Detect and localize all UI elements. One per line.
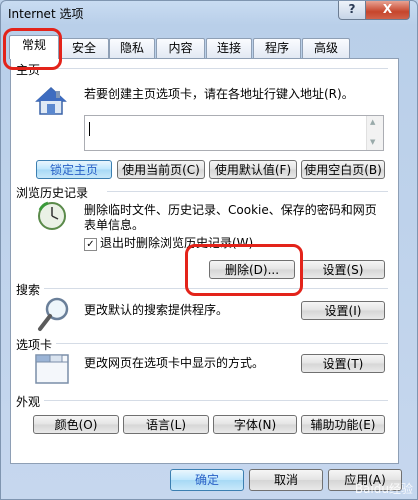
history-divider (107, 191, 388, 192)
window-title: Internet 选项 (8, 7, 84, 21)
delete-on-exit-checkbox[interactable]: ✓ (84, 238, 97, 251)
use-current-button[interactable]: 使用当前页(C) (117, 160, 205, 179)
use-blank-button[interactable]: 使用空白页(B) (301, 160, 385, 179)
delete-on-exit-label: 退出时删除浏览历史记录(W) (100, 236, 254, 250)
history-description-line1: 删除临时文件、历史记录、Cookie、保存的密码和网页 (84, 203, 377, 217)
scroll-up-icon[interactable]: ▲ (370, 118, 375, 126)
homepage-address-field[interactable]: ▲ ▼ (84, 115, 384, 151)
tabs-description: 更改网页在选项卡中显示的方式。 (84, 356, 265, 370)
ok-button[interactable]: 确定 (170, 469, 244, 491)
appearance-group-label: 外观 (16, 393, 45, 410)
history-description-line2: 表单信息。 (84, 218, 145, 232)
internet-options-window: Internet 选项 ? X 常规 安全 隐私 内容 连接 程序 高级 主页 … (0, 0, 418, 500)
close-button[interactable]: X (365, 1, 410, 20)
search-description: 更改默认的搜索提供程序。 (84, 303, 229, 317)
scroll-down-icon[interactable]: ▼ (370, 138, 375, 146)
address-scrollbar[interactable]: ▲ ▼ (366, 116, 383, 150)
fonts-button[interactable]: 字体(N) (213, 415, 297, 434)
cancel-button[interactable]: 取消 (249, 469, 323, 491)
homepage-divider (51, 68, 388, 69)
help-button[interactable]: ? (338, 1, 366, 20)
homepage-group-label: 主页 (16, 61, 45, 78)
history-settings-button[interactable]: 设置(S) (301, 260, 385, 279)
tabbed-window-icon (35, 353, 69, 388)
accessibility-button[interactable]: 辅助功能(E) (301, 415, 385, 434)
tabs-group-label: 选项卡 (16, 336, 57, 353)
homepage-description: 若要创建主页选项卡，请在各地址行键入地址(R)。 (84, 87, 354, 101)
tabs-settings-button[interactable]: 设置(T) (301, 354, 385, 373)
tab-privacy[interactable]: 隐私 (109, 38, 155, 58)
history-clock-icon (36, 200, 68, 235)
lock-homepage-button[interactable]: 锁定主页 (36, 160, 112, 179)
tab-connections[interactable]: 连接 (206, 38, 252, 58)
search-divider (44, 288, 388, 289)
tab-content[interactable]: 内容 (156, 38, 205, 58)
general-tab-panel: 主页 若要创建主页选项卡，请在各地址行键入地址(R)。 ▲ ▼ 锁定主页 使用当… (10, 58, 399, 464)
tab-security[interactable]: 安全 (59, 38, 109, 58)
delete-history-button[interactable]: 删除(D)... (209, 260, 295, 279)
watermark-text: Baidu经验 (354, 482, 413, 496)
appearance-divider (44, 400, 388, 401)
title-bar: Internet 选项 ? X (1, 1, 417, 23)
text-caret (89, 122, 90, 136)
tab-programs[interactable]: 程序 (253, 38, 301, 58)
magnifier-icon (37, 296, 71, 335)
search-settings-button[interactable]: 设置(I) (301, 301, 385, 320)
tab-general[interactable]: 常规 (9, 35, 59, 59)
tabs-divider (56, 343, 388, 344)
house-icon (35, 86, 67, 119)
use-default-button[interactable]: 使用默认值(F) (209, 160, 297, 179)
colors-button[interactable]: 颜色(O) (33, 415, 119, 434)
languages-button[interactable]: 语言(L) (123, 415, 209, 434)
tab-advanced[interactable]: 高级 (302, 38, 350, 58)
history-group-label: 浏览历史记录 (16, 184, 93, 201)
